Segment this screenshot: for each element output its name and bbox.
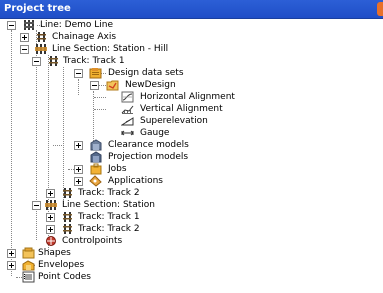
collapse-toggle[interactable]: [32, 57, 41, 66]
tree-node-label: Chainage Axis: [52, 32, 117, 42]
chainage-axis-icon: [35, 31, 49, 43]
expand-toggle[interactable]: [46, 213, 55, 222]
controlpoints-icon: [45, 235, 59, 247]
track-icon: [47, 55, 61, 67]
panel-titlebar: Project tree: [0, 0, 383, 19]
expand-toggle[interactable]: [46, 225, 55, 234]
tree-node-label: Horizontal Alignment: [140, 92, 235, 102]
collapse-toggle[interactable]: [7, 21, 16, 30]
vertical-alignment-icon: [121, 103, 135, 115]
tree-node-label: Gauge: [140, 128, 170, 138]
tree-node-label: Clearance models: [108, 140, 189, 150]
collapse-toggle[interactable]: [90, 81, 99, 90]
expand-toggle[interactable]: [20, 33, 29, 42]
applications-icon: [89, 175, 103, 187]
envelopes-icon: [22, 259, 36, 271]
gauge-icon: [121, 127, 135, 139]
tree-node-label: Envelopes: [38, 260, 85, 270]
collapse-toggle[interactable]: [74, 69, 83, 78]
tree-node-label: NewDesign: [125, 80, 176, 90]
tree-node-label: Line Section: Station - Hill: [52, 44, 169, 54]
tree-node-label: Track: Track 2: [78, 224, 140, 234]
collapse-toggle[interactable]: [20, 45, 29, 54]
tree-node-label: Controlpoints: [62, 236, 123, 246]
tree-node-label: Track: Track 2: [78, 188, 140, 198]
line-icon: [23, 19, 37, 31]
tree-node-label: Vertical Alignment: [140, 104, 223, 114]
collapse-toggle[interactable]: [32, 201, 41, 210]
expand-toggle[interactable]: [74, 165, 83, 174]
expand-toggle[interactable]: [46, 189, 55, 198]
tree-node-label: Track: Track 1: [63, 56, 125, 66]
expand-toggle[interactable]: [74, 177, 83, 186]
tree-node-label: Track: Track 1: [78, 212, 140, 222]
tree-node-label: Line: Demo Line: [40, 20, 114, 30]
panel-title: Project tree: [4, 3, 71, 14]
track-icon: [61, 187, 75, 199]
tree-node-label: Design data sets: [108, 68, 184, 78]
track-icon: [61, 211, 75, 223]
line-section-icon: [35, 43, 49, 55]
expand-toggle[interactable]: [7, 249, 16, 258]
tree-node-label: Projection models: [108, 152, 189, 162]
expand-toggle[interactable]: [74, 141, 83, 150]
titlebar-button[interactable]: [377, 2, 383, 16]
project-tree[interactable]: Line: Demo Line Chainage Axis Line Secti…: [0, 19, 383, 293]
tree-node-label: Superelevation: [140, 116, 208, 126]
tree-node-label: Point Codes: [38, 272, 91, 282]
tree-node-label: Shapes: [38, 248, 71, 258]
track-icon: [61, 223, 75, 235]
tree-node-label: Line Section: Station: [62, 200, 155, 210]
design-folder-icon: [106, 79, 120, 91]
tree-node-point-codes[interactable]: Point Codes: [0, 271, 200, 284]
horizontal-alignment-icon: [121, 91, 135, 103]
shapes-icon: [22, 247, 36, 259]
point-codes-icon: [22, 271, 36, 283]
line-section-icon: [45, 199, 59, 211]
tree-node-label: Jobs: [108, 164, 127, 174]
jobs-icon: [89, 163, 103, 175]
design-data-sets-icon: [89, 67, 103, 79]
expand-toggle[interactable]: [7, 261, 16, 270]
projection-models-icon: [89, 151, 103, 163]
superelevation-icon: [120, 115, 135, 127]
tree-node-label: Applications: [108, 176, 163, 186]
clearance-models-icon: [89, 139, 103, 151]
